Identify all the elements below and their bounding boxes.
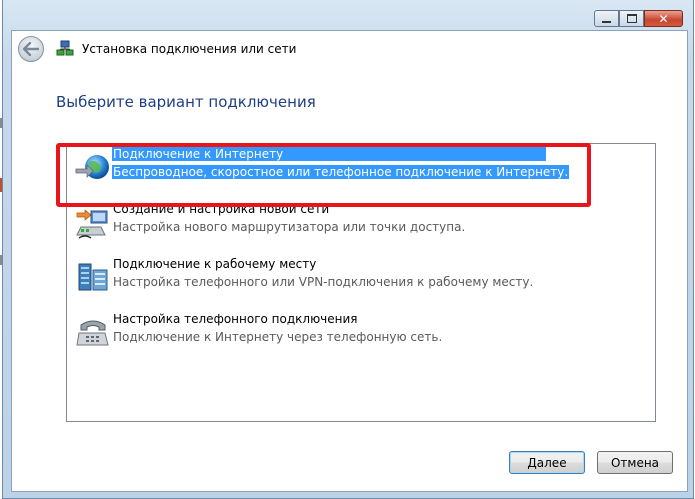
minimize-button[interactable] xyxy=(594,10,619,27)
window-controls: ✕ xyxy=(594,10,683,27)
option-title: Подключение к Интернету xyxy=(112,147,546,161)
option-description: Подключение к Интернету через телефонную… xyxy=(113,330,443,344)
option-new-network[interactable]: Создание и настройка новой сети Настройк… xyxy=(71,201,651,245)
back-arrow-icon xyxy=(23,42,39,56)
button-bar: Далее Отмена xyxy=(12,451,687,491)
network-icon xyxy=(56,40,74,56)
option-description: Настройка телефонного или VPN-подключени… xyxy=(113,275,534,289)
close-button[interactable]: ✕ xyxy=(644,10,683,27)
maximize-button[interactable] xyxy=(619,10,644,27)
maximize-icon xyxy=(626,14,637,23)
next-button[interactable]: Далее xyxy=(509,451,585,474)
minimize-icon xyxy=(602,20,611,23)
close-icon: ✕ xyxy=(658,11,669,26)
dialog-window: ✕ Установка подключения или сети Выберит… xyxy=(2,0,694,499)
option-dialup[interactable]: Настройка телефонного подключения Подклю… xyxy=(71,311,651,355)
cancel-button[interactable]: Отмена xyxy=(597,451,673,474)
option-title: Создание и настройка новой сети xyxy=(113,202,330,216)
option-description: Настройка нового маршрутизатора или точк… xyxy=(113,220,466,234)
page-heading: Выберите вариант подключения xyxy=(56,93,316,111)
option-title: Настройка телефонного подключения xyxy=(113,312,358,326)
connection-options-list: Подключение к Интернету Беспроводное, ск… xyxy=(66,143,656,422)
dialog-content: Установка подключения или сети Выберите … xyxy=(11,30,688,492)
window-title: Установка подключения или сети xyxy=(82,42,297,56)
option-description: Беспроводное, скоростное или телефонное … xyxy=(112,165,570,179)
option-title: Подключение к рабочему месту xyxy=(113,257,317,271)
globe-connection-icon xyxy=(75,155,109,179)
dialup-phone-icon xyxy=(76,320,109,346)
workplace-icon xyxy=(78,263,108,291)
option-workplace[interactable]: Подключение к рабочему месту Настройка т… xyxy=(71,256,651,300)
option-internet-connection[interactable]: Подключение к Интернету Беспроводное, ск… xyxy=(71,146,651,190)
network-setup-icon xyxy=(76,209,108,239)
back-button[interactable] xyxy=(18,36,44,62)
